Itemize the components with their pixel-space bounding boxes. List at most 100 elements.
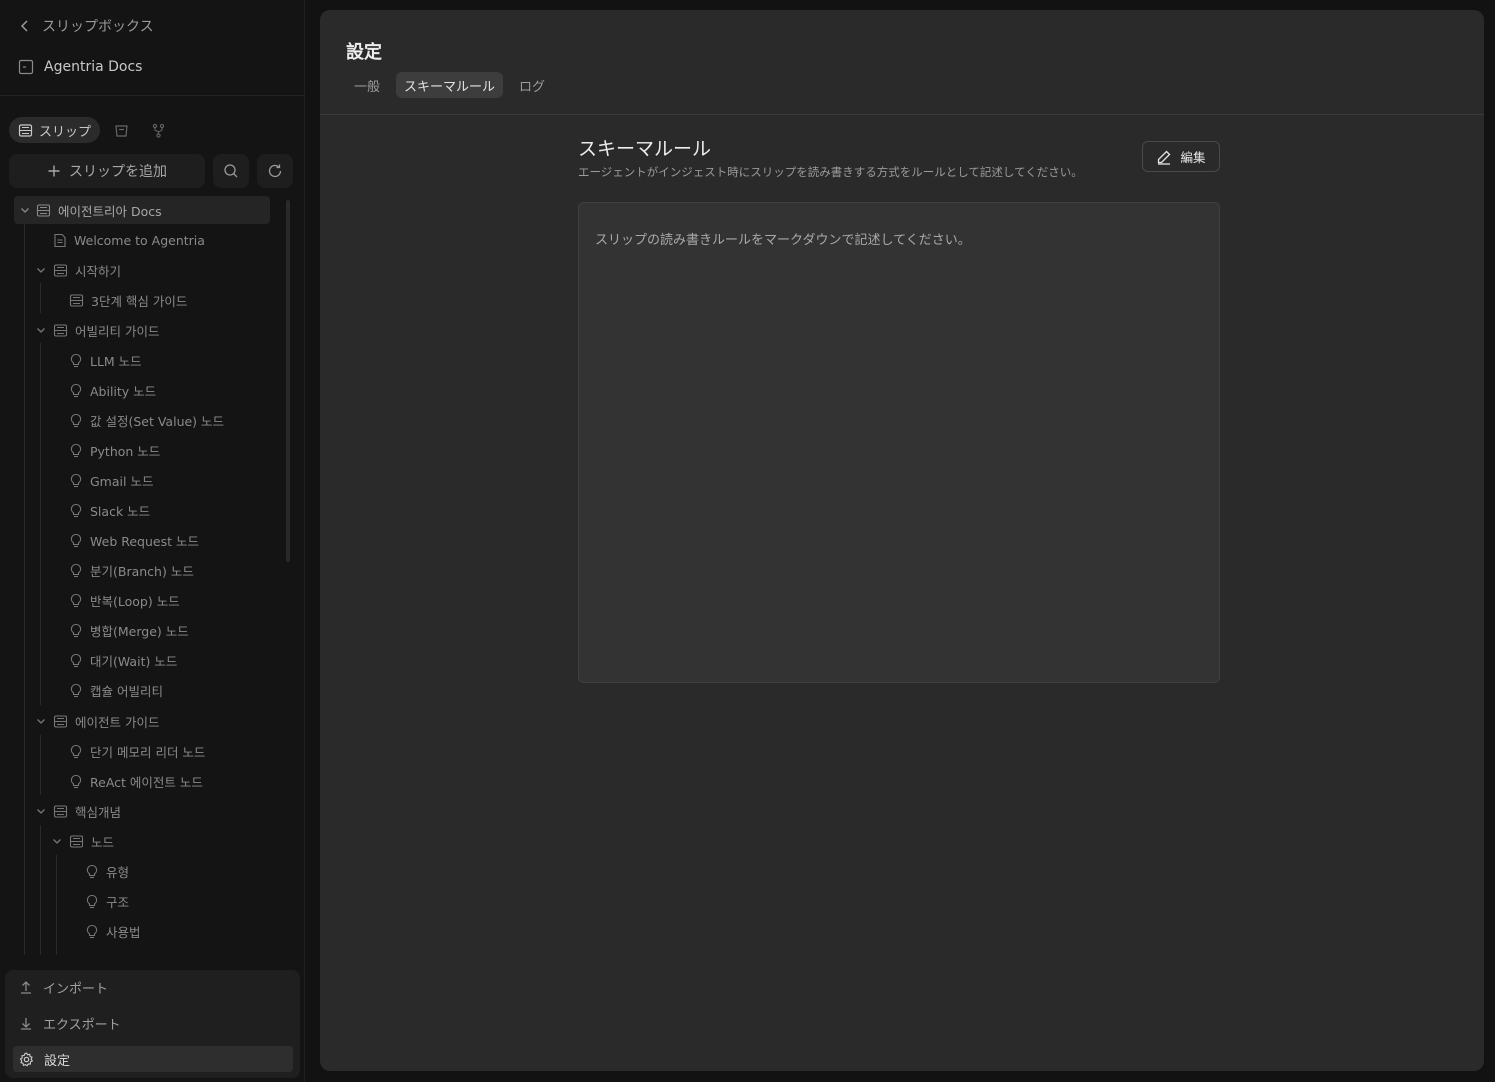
tree-guide-line [40,343,41,705]
tab-schema-rules[interactable]: スキーマルール [396,72,504,98]
tree-item-slip[interactable]: LLM 노드 [69,346,142,374]
folder-icon [53,714,68,729]
sidebar-footer: インポート エクスポート 設定 [5,970,300,1078]
folder-icon [53,804,68,819]
bulb-icon [85,924,99,939]
tree-item-folder[interactable]: 에이전트리아 Docs [14,196,270,224]
folder-icon [53,263,68,278]
slip-tree: 에이전트리아 Docs Welcome to Agentria 시작하기 3단계… [0,195,290,955]
search-icon [223,163,239,179]
bulb-icon [69,353,83,368]
export-label: エクスポート [43,1017,121,1033]
add-slip-button[interactable]: スリップを追加 [9,154,205,188]
tree-item-slip[interactable]: 사용법 [85,917,141,945]
tree-item-folder[interactable]: 시작하기 [34,256,121,284]
tree-item-folder[interactable]: 에이전트 가이드 [34,707,159,735]
tree-item-label: 에이전트 가이드 [75,714,160,730]
settings-tabs: 一般 スキーマルール ログ [346,72,553,98]
schema-rules-editor[interactable]: スリップの読み書きルールをマークダウンで記述してください。 [578,202,1220,683]
tree-item-label: 대기(Wait) 노드 [90,653,178,669]
tree-item-folder[interactable]: 어빌리티 가이드 [34,316,159,344]
pencil-icon [1156,149,1172,165]
section-description: エージェントがインジェスト時にスリップを読み書きする方式をルールとして記述してく… [578,165,1083,179]
upload-icon [19,980,33,994]
tab-slips[interactable]: スリップ [9,117,101,143]
workspace-icon [18,59,34,75]
bulb-icon [69,683,83,698]
workspace-name: Agentria Docs [44,59,143,75]
workspace-title[interactable]: Agentria Docs [18,56,142,78]
schema-rules-placeholder: スリップの読み書きルールをマークダウンで記述してください。 [595,233,971,248]
folder-icon [53,323,68,338]
sidebar: スリップボックス Agentria Docs スリップ スリップを追加 에이전트… [0,0,305,1082]
tree-item-slip[interactable]: 값 설정(Set Value) 노드 [69,406,224,434]
download-icon [19,1016,33,1030]
tree-item-label: 단기 메모리 리더 노드 [90,744,206,760]
bulb-icon [69,563,83,578]
refresh-button[interactable] [257,154,293,188]
bulb-icon [69,443,83,458]
export-button[interactable]: エクスポート [13,1010,293,1036]
tree-item-folder[interactable]: 3단계 핵심 가이드 [69,286,187,314]
stack-icon [18,123,33,138]
bulb-icon [69,383,83,398]
tree-item-slip[interactable]: 구조 [85,887,129,915]
tab-archive[interactable] [106,117,137,143]
tree-item-label: 유형 [106,864,130,880]
search-button[interactable] [213,154,249,188]
tree-item-folder[interactable]: 노드 [50,827,114,855]
tree-guide-line [40,283,41,313]
tree-item-slip[interactable]: 병합(Merge) 노드 [69,616,189,644]
add-slip-label: スリップを追加 [69,164,167,180]
tree-item-label: LLM 노드 [90,353,142,369]
chevron-down-icon [35,264,47,276]
divider [320,114,1484,115]
tree-item-slip[interactable]: 캡슐 어빌리티 [69,676,163,704]
folder-icon [69,293,84,308]
tree-item-slip[interactable]: ReAct 에이전트 노드 [69,767,203,795]
tree-item-slip[interactable]: 분기(Branch) 노드 [69,556,194,584]
tree-item-slip[interactable]: Web Request 노드 [69,526,199,554]
settings-panel: 設定 一般 スキーマルール ログ スキーマルール エージェントがインジェスト時に… [320,10,1484,1071]
tree-item-slip[interactable]: Slack 노드 [69,496,150,524]
tree-item-label: Web Request 노드 [90,533,199,549]
tree-item-label: 3단계 핵심 가이드 [91,293,188,309]
bulb-icon [85,864,99,879]
tab-logs[interactable]: ログ [511,72,553,98]
tree-item-label: 사용법 [106,924,141,940]
tree-guide-line [40,735,41,795]
refresh-icon [267,163,283,179]
tree-item-label: 캡슐 어빌리티 [90,683,163,699]
tree-item-label: 분기(Branch) 노드 [90,563,194,579]
back-link[interactable]: スリップボックス [18,15,154,37]
tree-item-slip[interactable]: Python 노드 [69,436,160,464]
tree-item-folder[interactable]: 핵심개념 [34,797,121,825]
tab-slips-label: スリップ [39,124,92,140]
tree-item-slip[interactable]: Gmail 노드 [69,466,153,494]
tab-branch[interactable] [143,117,174,143]
bulb-icon [85,894,99,909]
tree-guide-line [24,223,25,955]
chevron-left-icon [18,19,32,33]
tree-item-slip[interactable]: 반복(Loop) 노드 [69,586,180,614]
back-link-label: スリップボックス [42,19,154,35]
tree-item-slip[interactable]: Ability 노드 [69,376,156,404]
tree-item-label: 어빌리티 가이드 [75,323,160,339]
tree-item-slip[interactable]: 유형 [85,857,129,885]
tree-item-slip[interactable]: 단기 메모리 리더 노드 [69,737,205,765]
tree-item-slip[interactable]: 대기(Wait) 노드 [69,646,177,674]
bulb-icon [69,533,83,548]
tree-item-label: Welcome to Agentria [74,232,205,248]
tab-general[interactable]: 一般 [346,72,388,98]
tree-item-label: 값 설정(Set Value) 노드 [90,413,225,429]
import-button[interactable]: インポート [13,974,293,1000]
gear-icon [19,1051,34,1067]
tree-item-document[interactable]: Welcome to Agentria [53,226,205,254]
tree-scrollbar[interactable] [286,200,290,562]
archive-icon [114,123,129,138]
tree-item-label: 시작하기 [75,263,122,279]
settings-button[interactable]: 設定 [13,1046,293,1072]
chevron-down-icon [35,324,47,336]
bulb-icon [69,623,83,638]
edit-button[interactable]: 編集 [1142,141,1220,172]
